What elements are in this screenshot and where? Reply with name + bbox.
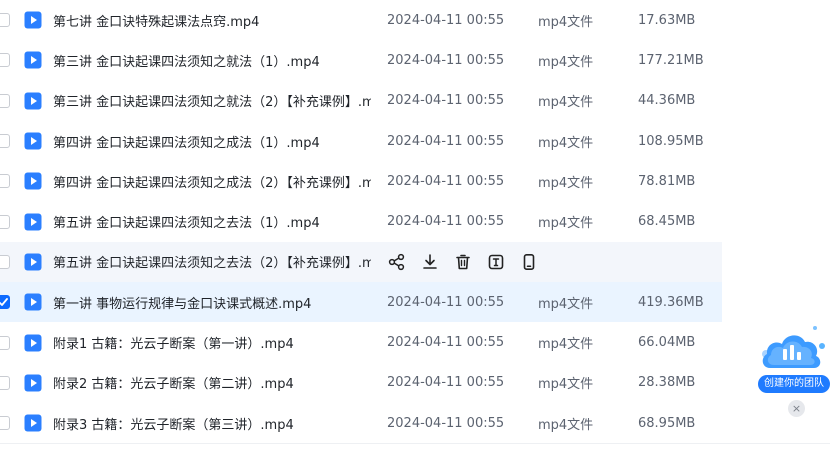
file-size: 28.38MB	[638, 375, 696, 391]
row-hover-actions	[388, 253, 538, 271]
share-icon[interactable]	[388, 253, 406, 271]
file-modified-date: 2024-04-11 00:55	[387, 214, 505, 230]
row-checkbox[interactable]	[0, 214, 10, 229]
row-checkbox[interactable]	[0, 416, 10, 431]
video-file-icon	[24, 213, 42, 231]
file-type: mp4文件	[538, 14, 594, 30]
video-file-icon	[24, 374, 42, 392]
file-row[interactable]: 附录1 古籍：光云子断案（第一讲）.mp4 2024-04-11 00:55 mp4…	[0, 322, 722, 362]
file-type: mp4文件	[538, 377, 594, 393]
file-row[interactable]: 第三讲 金口诀起课四法须知之就法（1）.mp4 2024-04-11 00:55 m…	[0, 40, 722, 80]
file-row[interactable]: 第五讲 金口诀起课四法须知之去法（2）【补充课例】.m...	[0, 241, 722, 283]
file-row[interactable]: 第四讲 金口诀起课四法须知之成法（1）.mp4 2024-04-11 00:55 m…	[0, 121, 722, 161]
file-modified-date: 2024-04-11 00:55	[387, 93, 505, 109]
file-type: mp4文件	[538, 296, 594, 312]
list-bottom-divider	[0, 443, 830, 444]
row-checkbox[interactable]	[0, 375, 10, 390]
create-team-label[interactable]: 创建你的团队	[758, 375, 830, 393]
file-size: 66.04MB	[638, 335, 696, 351]
text-extract-icon[interactable]	[487, 253, 505, 271]
video-file-icon	[24, 51, 42, 69]
file-name[interactable]: 第四讲 金口诀起课四法须知之成法（1）.mp4	[53, 132, 320, 151]
video-file-icon	[24, 11, 42, 29]
video-file-icon	[24, 253, 42, 271]
video-file-icon	[24, 92, 42, 110]
row-checkbox[interactable]	[0, 174, 10, 189]
row-checkbox[interactable]	[0, 254, 10, 269]
file-modified-date: 2024-04-11 00:55	[387, 335, 505, 351]
file-row[interactable]: 第七讲 金口诀特殊起课法点窍.mp4 2024-04-11 00:55 mp4文件 1…	[0, 0, 722, 40]
file-size: 419.36MB	[638, 294, 704, 310]
row-checkbox[interactable]	[0, 295, 10, 310]
file-name[interactable]: 附录3 古籍：光云子断案（第三讲）.mp4	[53, 414, 294, 433]
file-type: mp4文件	[538, 135, 594, 151]
file-modified-date: 2024-04-11 00:55	[387, 375, 505, 391]
file-row[interactable]: 第三讲 金口诀起课四法须知之就法（2）【补充课例】.m... 2024-04-11…	[0, 81, 722, 121]
video-file-icon	[24, 334, 42, 352]
file-type: mp4文件	[538, 216, 594, 232]
row-checkbox[interactable]	[0, 13, 10, 28]
file-name[interactable]: 第五讲 金口诀起课四法须知之去法（1）.mp4	[53, 212, 320, 231]
file-row[interactable]: 附录3 古籍：光云子断案（第三讲）.mp4 2024-04-11 00:55 mp4…	[0, 403, 722, 443]
row-checkbox[interactable]	[0, 93, 10, 108]
file-modified-date: 2024-04-11 00:55	[387, 52, 505, 68]
video-file-icon	[24, 414, 42, 432]
file-row[interactable]: 附录2 古籍：光云子断案（第二讲）.mp4 2024-04-11 00:55 mp4…	[0, 363, 722, 403]
checkmark-icon	[0, 298, 8, 307]
file-size: 177.21MB	[638, 52, 704, 68]
video-file-icon	[24, 293, 42, 311]
file-size: 44.36MB	[638, 93, 696, 109]
create-team-widget[interactable]: 创建你的团队 ×	[752, 318, 830, 423]
file-type: mp4文件	[538, 337, 594, 353]
file-type: mp4文件	[538, 54, 594, 70]
row-checkbox[interactable]	[0, 134, 10, 149]
file-modified-date: 2024-04-11 00:55	[387, 294, 505, 310]
file-type: mp4文件	[538, 417, 594, 433]
file-name[interactable]: 第一讲 事物运行规律与金口诀课式概述.mp4	[53, 293, 311, 312]
delete-icon[interactable]	[454, 253, 472, 271]
file-row[interactable]: 第一讲 事物运行规律与金口诀课式概述.mp4 2024-04-11 00:55 mp…	[0, 282, 722, 323]
file-type: mp4文件	[538, 95, 594, 111]
file-modified-date: 2024-04-11 00:55	[387, 12, 505, 28]
file-size: 68.45MB	[638, 214, 696, 230]
file-modified-date: 2024-04-11 00:55	[387, 133, 505, 149]
file-name[interactable]: 第三讲 金口诀起课四法须知之就法（2）【补充课例】.m...	[53, 91, 371, 110]
file-name[interactable]: 附录1 古籍：光云子断案（第一讲）.mp4	[53, 333, 294, 352]
file-size: 78.81MB	[638, 173, 696, 189]
file-row[interactable]: 第四讲 金口诀起课四法须知之成法（2）【补充课例】.m... 2024-04-11…	[0, 161, 722, 201]
file-modified-date: 2024-04-11 00:55	[387, 173, 505, 189]
file-type: mp4文件	[538, 175, 594, 191]
file-name[interactable]: 第三讲 金口诀起课四法须知之就法（1）.mp4	[53, 51, 320, 70]
row-checkbox[interactable]	[0, 335, 10, 350]
file-modified-date: 2024-04-11 00:55	[387, 415, 505, 431]
video-file-icon	[24, 132, 42, 150]
file-size: 108.95MB	[638, 133, 704, 149]
row-checkbox[interactable]	[0, 53, 10, 68]
phone-icon[interactable]	[520, 253, 538, 271]
team-cloud-icon[interactable]	[752, 318, 830, 380]
file-name[interactable]: 第四讲 金口诀起课四法须知之成法（2）【补充课例】.m...	[53, 172, 371, 191]
file-name[interactable]: 第七讲 金口诀特殊起课法点窍.mp4	[53, 11, 259, 30]
download-icon[interactable]	[421, 253, 439, 271]
file-size: 17.63MB	[638, 12, 696, 28]
video-file-icon	[24, 172, 42, 190]
file-name[interactable]: 附录2 古籍：光云子断案（第二讲）.mp4	[53, 373, 294, 392]
file-name[interactable]: 第五讲 金口诀起课四法须知之去法（2）【补充课例】.m...	[53, 252, 371, 271]
file-row[interactable]: 第五讲 金口诀起课四法须知之去法（1）.mp4 2024-04-11 00:55 m…	[0, 202, 722, 242]
file-size: 68.95MB	[638, 415, 696, 431]
close-icon[interactable]: ×	[788, 400, 805, 417]
